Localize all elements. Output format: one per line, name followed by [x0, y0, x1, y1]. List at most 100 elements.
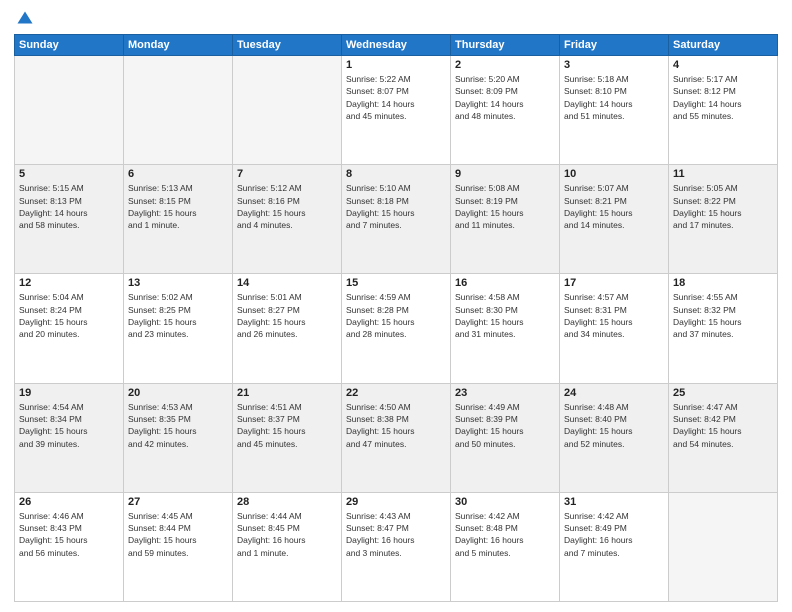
calendar-cell: [124, 56, 233, 165]
calendar-cell: 23 Sunrise: 4:49 AM Sunset: 8:39 PM Dayli…: [451, 383, 560, 492]
day-number: 13: [128, 277, 228, 289]
day-number: 7: [237, 168, 337, 180]
calendar-cell: 13 Sunrise: 5:02 AM Sunset: 8:25 PM Dayli…: [124, 274, 233, 383]
calendar-cell: 31 Sunrise: 4:42 AM Sunset: 8:49 PM Dayli…: [560, 492, 669, 601]
calendar-table: SundayMondayTuesdayWednesdayThursdayFrid…: [14, 34, 778, 602]
day-info: Sunrise: 5:15 AM Sunset: 8:13 PM Dayligh…: [19, 182, 119, 231]
calendar-cell: 2 Sunrise: 5:20 AM Sunset: 8:09 PM Daylig…: [451, 56, 560, 165]
day-info: Sunrise: 4:54 AM Sunset: 8:34 PM Dayligh…: [19, 401, 119, 450]
day-number: 1: [346, 59, 446, 71]
calendar-cell: [669, 492, 778, 601]
calendar-cell: 7 Sunrise: 5:12 AM Sunset: 8:16 PM Daylig…: [233, 165, 342, 274]
day-number: 24: [564, 387, 664, 399]
day-number: 25: [673, 387, 773, 399]
calendar-cell: 19 Sunrise: 4:54 AM Sunset: 8:34 PM Dayli…: [15, 383, 124, 492]
calendar-cell: 16 Sunrise: 4:58 AM Sunset: 8:30 PM Dayli…: [451, 274, 560, 383]
calendar-cell: 18 Sunrise: 4:55 AM Sunset: 8:32 PM Dayli…: [669, 274, 778, 383]
calendar-cell: 17 Sunrise: 4:57 AM Sunset: 8:31 PM Dayli…: [560, 274, 669, 383]
day-number: 15: [346, 277, 446, 289]
weekday-header: Saturday: [669, 35, 778, 56]
calendar-week-row: 19 Sunrise: 4:54 AM Sunset: 8:34 PM Dayli…: [15, 383, 778, 492]
day-info: Sunrise: 5:07 AM Sunset: 8:21 PM Dayligh…: [564, 182, 664, 231]
day-number: 18: [673, 277, 773, 289]
calendar-cell: 9 Sunrise: 5:08 AM Sunset: 8:19 PM Daylig…: [451, 165, 560, 274]
day-info: Sunrise: 5:10 AM Sunset: 8:18 PM Dayligh…: [346, 182, 446, 231]
day-info: Sunrise: 5:04 AM Sunset: 8:24 PM Dayligh…: [19, 291, 119, 340]
day-number: 6: [128, 168, 228, 180]
day-number: 9: [455, 168, 555, 180]
day-info: Sunrise: 5:20 AM Sunset: 8:09 PM Dayligh…: [455, 73, 555, 122]
day-info: Sunrise: 4:46 AM Sunset: 8:43 PM Dayligh…: [19, 510, 119, 559]
calendar-cell: 4Sunrise: 5:17 AM Sunset: 8:12 PM Daylig…: [669, 56, 778, 165]
day-number: 26: [19, 496, 119, 508]
day-number: 23: [455, 387, 555, 399]
calendar-cell: 1 Sunrise: 5:22 AM Sunset: 8:07 PM Daylig…: [342, 56, 451, 165]
calendar-cell: 25 Sunrise: 4:47 AM Sunset: 8:42 PM Dayli…: [669, 383, 778, 492]
calendar-cell: 26 Sunrise: 4:46 AM Sunset: 8:43 PM Dayli…: [15, 492, 124, 601]
day-info: Sunrise: 5:02 AM Sunset: 8:25 PM Dayligh…: [128, 291, 228, 340]
day-info: Sunrise: 5:05 AM Sunset: 8:22 PM Dayligh…: [673, 182, 773, 231]
calendar-header-row: SundayMondayTuesdayWednesdayThursdayFrid…: [15, 35, 778, 56]
calendar-cell: 20 Sunrise: 4:53 AM Sunset: 8:35 PM Dayli…: [124, 383, 233, 492]
calendar-cell: 6Sunrise: 5:13 AM Sunset: 8:15 PM Daylig…: [124, 165, 233, 274]
calendar-week-row: 12 Sunrise: 5:04 AM Sunset: 8:24 PM Dayli…: [15, 274, 778, 383]
day-info: Sunrise: 5:17 AM Sunset: 8:12 PM Dayligh…: [673, 73, 773, 122]
day-info: Sunrise: 4:51 AM Sunset: 8:37 PM Dayligh…: [237, 401, 337, 450]
calendar-cell: 14 Sunrise: 5:01 AM Sunset: 8:27 PM Dayli…: [233, 274, 342, 383]
day-info: Sunrise: 4:53 AM Sunset: 8:35 PM Dayligh…: [128, 401, 228, 450]
day-info: Sunrise: 4:44 AM Sunset: 8:45 PM Dayligh…: [237, 510, 337, 559]
weekday-header: Friday: [560, 35, 669, 56]
day-number: 20: [128, 387, 228, 399]
day-number: 16: [455, 277, 555, 289]
calendar-cell: 3Sunrise: 5:18 AM Sunset: 8:10 PM Daylig…: [560, 56, 669, 165]
weekday-header: Thursday: [451, 35, 560, 56]
calendar-cell: 27 Sunrise: 4:45 AM Sunset: 8:44 PM Dayli…: [124, 492, 233, 601]
logo: [14, 10, 34, 28]
day-info: Sunrise: 4:47 AM Sunset: 8:42 PM Dayligh…: [673, 401, 773, 450]
day-number: 19: [19, 387, 119, 399]
day-info: Sunrise: 4:59 AM Sunset: 8:28 PM Dayligh…: [346, 291, 446, 340]
page-header: [14, 10, 778, 28]
logo-icon: [16, 10, 34, 28]
calendar-cell: 11 Sunrise: 5:05 AM Sunset: 8:22 PM Dayli…: [669, 165, 778, 274]
weekday-header: Tuesday: [233, 35, 342, 56]
calendar-cell: 28Sunrise: 4:44 AM Sunset: 8:45 PM Dayli…: [233, 492, 342, 601]
calendar-cell: [15, 56, 124, 165]
weekday-header: Monday: [124, 35, 233, 56]
day-number: 17: [564, 277, 664, 289]
calendar-cell: 22Sunrise: 4:50 AM Sunset: 8:38 PM Dayli…: [342, 383, 451, 492]
day-info: Sunrise: 4:58 AM Sunset: 8:30 PM Dayligh…: [455, 291, 555, 340]
calendar-cell: 8Sunrise: 5:10 AM Sunset: 8:18 PM Daylig…: [342, 165, 451, 274]
day-info: Sunrise: 4:42 AM Sunset: 8:49 PM Dayligh…: [564, 510, 664, 559]
calendar-cell: 15 Sunrise: 4:59 AM Sunset: 8:28 PM Dayli…: [342, 274, 451, 383]
calendar-cell: 30Sunrise: 4:42 AM Sunset: 8:48 PM Dayli…: [451, 492, 560, 601]
calendar-week-row: 5Sunrise: 5:15 AM Sunset: 8:13 PM Daylig…: [15, 165, 778, 274]
day-info: Sunrise: 4:43 AM Sunset: 8:47 PM Dayligh…: [346, 510, 446, 559]
calendar-cell: 24 Sunrise: 4:48 AM Sunset: 8:40 PM Dayli…: [560, 383, 669, 492]
calendar-week-row: 26 Sunrise: 4:46 AM Sunset: 8:43 PM Dayli…: [15, 492, 778, 601]
day-info: Sunrise: 5:08 AM Sunset: 8:19 PM Dayligh…: [455, 182, 555, 231]
day-number: 2: [455, 59, 555, 71]
calendar-cell: 5Sunrise: 5:15 AM Sunset: 8:13 PM Daylig…: [15, 165, 124, 274]
day-info: Sunrise: 4:45 AM Sunset: 8:44 PM Dayligh…: [128, 510, 228, 559]
calendar-cell: 21Sunrise: 4:51 AM Sunset: 8:37 PM Dayli…: [233, 383, 342, 492]
day-number: 30: [455, 496, 555, 508]
day-number: 31: [564, 496, 664, 508]
day-info: Sunrise: 5:22 AM Sunset: 8:07 PM Dayligh…: [346, 73, 446, 122]
weekday-header: Sunday: [15, 35, 124, 56]
day-number: 29: [346, 496, 446, 508]
day-info: Sunrise: 4:49 AM Sunset: 8:39 PM Dayligh…: [455, 401, 555, 450]
day-info: Sunrise: 5:01 AM Sunset: 8:27 PM Dayligh…: [237, 291, 337, 340]
day-info: Sunrise: 4:55 AM Sunset: 8:32 PM Dayligh…: [673, 291, 773, 340]
day-info: Sunrise: 4:57 AM Sunset: 8:31 PM Dayligh…: [564, 291, 664, 340]
calendar-cell: 12 Sunrise: 5:04 AM Sunset: 8:24 PM Dayli…: [15, 274, 124, 383]
day-info: Sunrise: 4:48 AM Sunset: 8:40 PM Dayligh…: [564, 401, 664, 450]
day-number: 12: [19, 277, 119, 289]
day-number: 27: [128, 496, 228, 508]
day-number: 10: [564, 168, 664, 180]
day-number: 22: [346, 387, 446, 399]
day-number: 3: [564, 59, 664, 71]
day-info: Sunrise: 5:12 AM Sunset: 8:16 PM Dayligh…: [237, 182, 337, 231]
day-number: 14: [237, 277, 337, 289]
day-number: 11: [673, 168, 773, 180]
